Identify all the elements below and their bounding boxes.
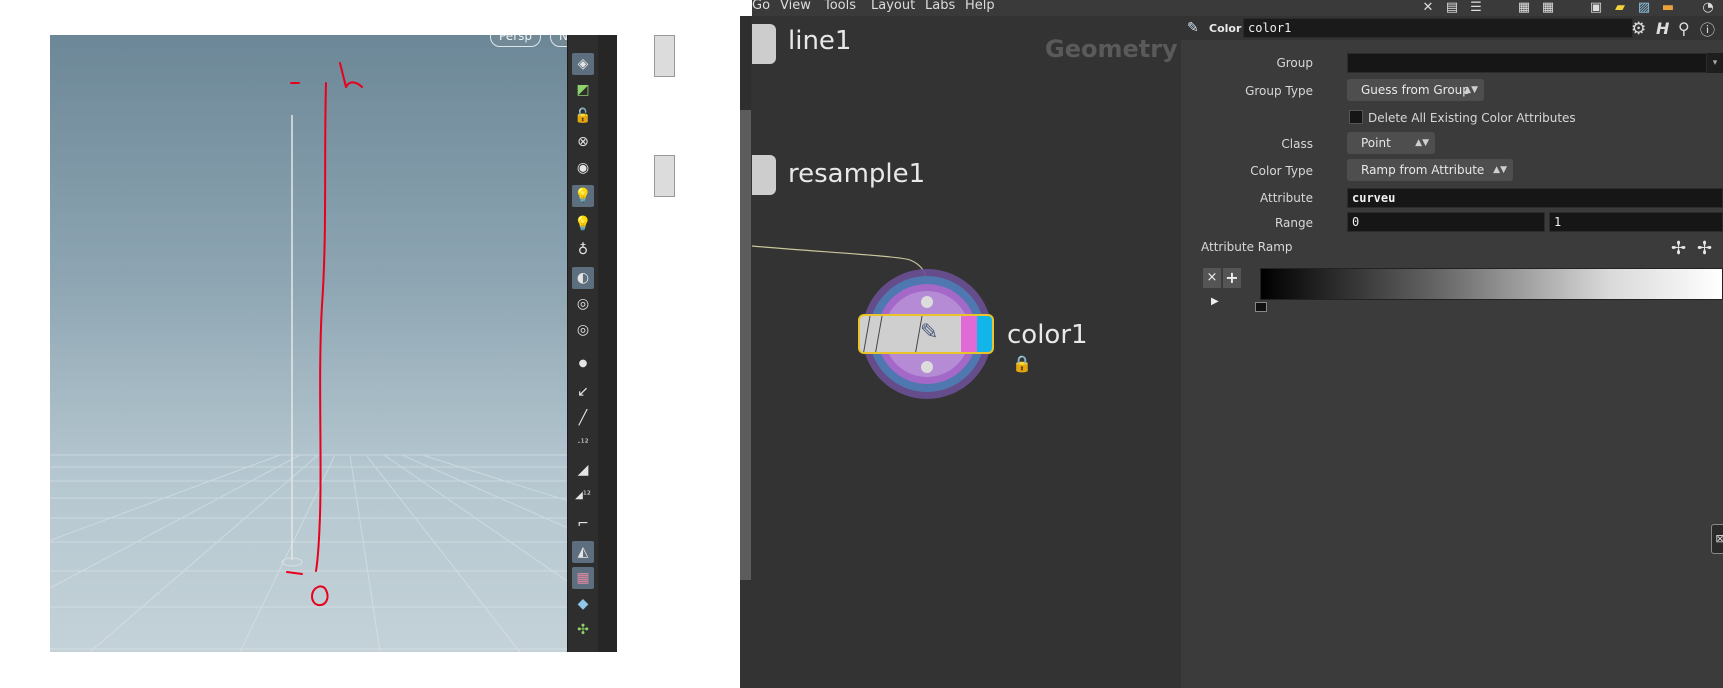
- brush-icon[interactable]: ╱: [572, 407, 594, 429]
- menu-arrows-icon: ▲▼: [1415, 138, 1429, 148]
- wireframe-icon[interactable]: ◩: [572, 79, 594, 101]
- menu-arrows-icon: ▲▼: [1493, 165, 1507, 175]
- tile-view-icon[interactable]: ▦: [1540, 0, 1556, 15]
- delete-attributes-checkbox[interactable]: [1349, 110, 1363, 124]
- color-type-value: Ramp from Attribute: [1361, 163, 1485, 177]
- shading-sphere-icon[interactable]: ◉: [572, 157, 594, 179]
- point-numbers-icon[interactable]: ·¹²: [572, 433, 594, 455]
- snapshot-icon[interactable]: ◆: [572, 593, 594, 615]
- x-ray-icon[interactable]: ✣: [572, 619, 594, 641]
- class-label: Class: [1281, 137, 1313, 151]
- attribute-ramp-label: Attribute Ramp: [1201, 240, 1293, 254]
- point-display-icon[interactable]: ●: [572, 353, 594, 375]
- image-icon[interactable]: ▨: [1636, 0, 1652, 15]
- menu-help[interactable]: Help: [965, 0, 995, 13]
- light-pin-icon[interactable]: ♁: [572, 239, 594, 261]
- lock-camera-icon[interactable]: 🔓: [572, 105, 594, 127]
- vertex-display-icon[interactable]: ⌐: [572, 513, 594, 535]
- tree-view-icon[interactable]: ▤: [1444, 0, 1460, 15]
- info-icon[interactable]: ⓘ: [1700, 19, 1715, 40]
- range-max-field[interactable]: 1: [1549, 212, 1723, 232]
- attribute-ramp-gradient[interactable]: [1260, 268, 1723, 300]
- side-panel-toggle-icon[interactable]: ⊠: [1711, 524, 1723, 554]
- group-type-value: Guess from Group: [1361, 83, 1470, 97]
- sticky-note-icon[interactable]: ▰: [1612, 0, 1628, 15]
- viewport-side-tab[interactable]: [654, 155, 675, 197]
- main-menubar: Go View Tools Layout Labs Help ✕ ▤ ☰ ▦ ▦…: [752, 0, 1723, 16]
- primitive-normals-icon[interactable]: ◢: [572, 459, 594, 481]
- node-type-label: Color: [1209, 22, 1242, 35]
- group-dropdown-icon[interactable]: ▾: [1707, 53, 1723, 73]
- paint-tube-icon: ✎: [920, 320, 939, 345]
- primitive-numbers-icon[interactable]: ◢¹²: [572, 485, 594, 507]
- node-render-flag[interactable]: [977, 316, 992, 352]
- color1-node-body[interactable]: ✎: [858, 314, 994, 354]
- scene-viewport[interactable]: Persp No cam: [50, 35, 617, 652]
- node-display-flag[interactable]: [961, 316, 977, 352]
- class-menu[interactable]: Point ▲▼: [1347, 132, 1435, 154]
- network-box-icon[interactable]: ▣: [1588, 0, 1604, 15]
- ghost-icon[interactable]: ◭: [572, 541, 594, 563]
- ramp-expand-triangle-icon[interactable]: ▶: [1211, 296, 1219, 307]
- color-type-label: Color Type: [1250, 164, 1313, 178]
- attribute-label: Attribute: [1260, 191, 1313, 205]
- point-normal-icon[interactable]: ↙: [572, 381, 594, 403]
- group-label: Group: [1276, 56, 1313, 70]
- ramp-collapse-icon[interactable]: ✢: [1697, 238, 1712, 259]
- delete-attributes-label: Delete All Existing Color Attributes: [1368, 111, 1576, 125]
- search-icon[interactable]: ⚲: [1678, 19, 1690, 38]
- group-type-menu[interactable]: Guess from Group ▲▼: [1347, 79, 1484, 101]
- help-icon[interactable]: ◔: [1700, 0, 1716, 15]
- range-label: Range: [1274, 216, 1313, 230]
- lock-icon: 🔒: [1012, 354, 1032, 373]
- range-min-field[interactable]: 0: [1347, 212, 1545, 232]
- tools-icon[interactable]: ✕: [1420, 0, 1436, 15]
- viewport-scene: [50, 62, 617, 652]
- gear-icon[interactable]: ⚙: [1631, 19, 1646, 39]
- ground-grid: [50, 454, 617, 652]
- red-annotation: [286, 62, 363, 607]
- viewport-camera-pill[interactable]: Persp: [490, 35, 541, 47]
- grid-view-icon[interactable]: ▦: [1516, 0, 1532, 15]
- group-field[interactable]: [1347, 53, 1707, 73]
- ramp-expand-icon[interactable]: ✢: [1671, 238, 1686, 259]
- headlight-icon[interactable]: 💡: [572, 185, 594, 207]
- attribute-field[interactable]: curveu: [1347, 188, 1723, 208]
- texture-icon[interactable]: ▦: [572, 567, 594, 589]
- bookmark-icon[interactable]: ▬: [1660, 0, 1676, 15]
- ramp-key-marker[interactable]: [1255, 302, 1267, 312]
- menu-tools[interactable]: Tools: [824, 0, 856, 13]
- node-name-field[interactable]: color1: [1243, 18, 1633, 38]
- close-icon[interactable]: ⊗: [572, 131, 594, 153]
- viewport-display-toolbar: ◈ ◩ 🔓 ⊗ ◉ 💡 💡 ♁ ◐ ◎ ◎ ● ↙ ╱ ·¹² ◢ ◢¹² ⌐ …: [567, 35, 598, 652]
- light-icon[interactable]: 💡: [572, 213, 594, 235]
- list-view-icon[interactable]: ☰: [1468, 0, 1484, 15]
- menu-go[interactable]: Go: [752, 0, 770, 13]
- help-h-icon[interactable]: H: [1656, 19, 1669, 38]
- group-type-label: Group Type: [1245, 84, 1313, 98]
- color-type-menu[interactable]: Ramp from Attribute ▲▼: [1347, 159, 1513, 181]
- viewport-side-tab[interactable]: [654, 35, 675, 77]
- color-node-type-icon: ✎: [1187, 20, 1199, 36]
- visibility-eye-icon[interactable]: ◎: [572, 293, 594, 315]
- display-options-icon[interactable]: ◈: [572, 53, 594, 75]
- menu-arrows-icon: ▲▼: [1464, 85, 1478, 95]
- class-value: Point: [1361, 136, 1391, 150]
- viewport-right-strip: [598, 35, 617, 652]
- menu-labs[interactable]: Labs: [925, 0, 955, 13]
- render-background-icon[interactable]: ◐: [572, 267, 594, 289]
- color1-node-label[interactable]: color1: [1007, 320, 1088, 350]
- ramp-add-key-button[interactable]: +: [1223, 268, 1241, 288]
- parameter-pane: ✎ Color color1 ⚙ H ⚲ ⓘ Group ▾ Group Typ…: [1181, 16, 1723, 688]
- camera-visibility-icon[interactable]: ◎: [572, 319, 594, 341]
- menu-layout[interactable]: Layout: [871, 0, 915, 13]
- menu-view[interactable]: View: [780, 0, 811, 13]
- ramp-delete-key-button[interactable]: ×: [1203, 268, 1221, 288]
